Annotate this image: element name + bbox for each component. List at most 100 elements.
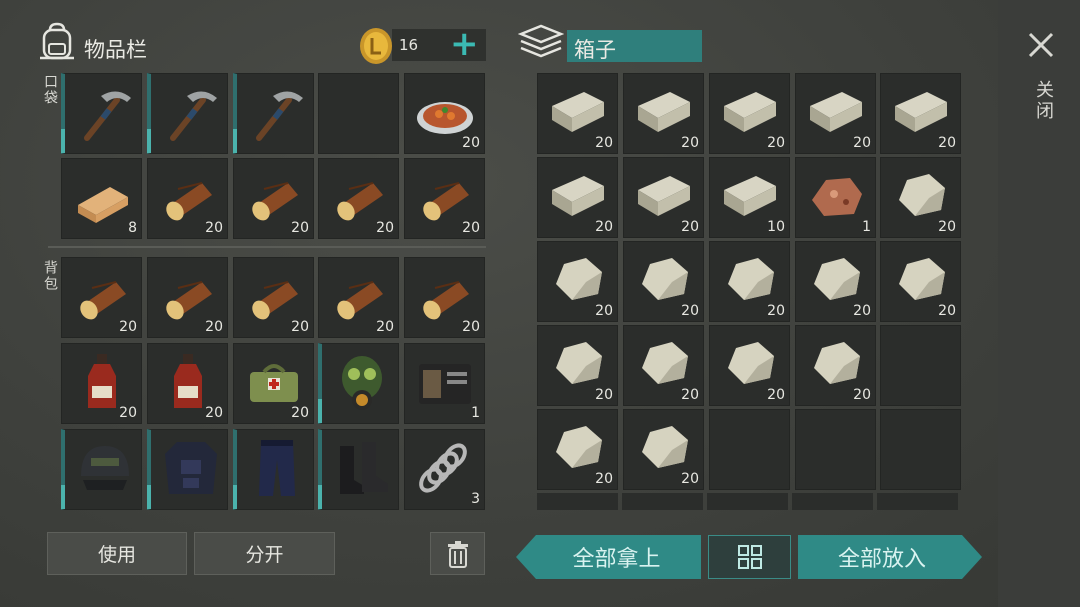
item-count: 20 (205, 220, 223, 236)
close-icon[interactable] (1027, 31, 1055, 59)
item-slot[interactable]: 20 (537, 409, 618, 490)
item-slot[interactable]: 20 (880, 73, 961, 154)
box-stack-icon (518, 24, 564, 58)
item-count: 20 (938, 135, 956, 151)
item-count: 3 (471, 491, 480, 507)
durability-bar (147, 485, 151, 509)
item-slot[interactable]: 20 (880, 157, 961, 238)
durability-bar (147, 129, 151, 153)
empty-slot[interactable] (318, 73, 399, 154)
item-slot[interactable]: 20 (233, 257, 314, 338)
item-count: 8 (128, 220, 137, 236)
item-slot[interactable]: 20 (623, 409, 704, 490)
item-count: 20 (205, 319, 223, 335)
item-slot[interactable]: 20 (318, 158, 399, 239)
item-count: 20 (462, 319, 480, 335)
item-slot[interactable]: 20 (233, 343, 314, 424)
item-count: 20 (595, 135, 613, 151)
close-label[interactable]: 关闭 (1030, 80, 1056, 122)
durability-bar (318, 399, 322, 423)
empty-slot[interactable] (795, 409, 876, 490)
item-slot[interactable]: 20 (318, 257, 399, 338)
item-slot[interactable] (233, 429, 314, 510)
item-slot[interactable]: 20 (623, 325, 704, 406)
item-slot[interactable]: 20 (537, 241, 618, 322)
item-slot[interactable]: 20 (537, 325, 618, 406)
item-count: 20 (291, 220, 309, 236)
item-count: 20 (938, 219, 956, 235)
use-button[interactable]: 使用 (47, 532, 187, 575)
item-count: 20 (291, 405, 309, 421)
take-all-label: 全部拿上 (572, 547, 661, 572)
item-slot[interactable]: 10 (709, 157, 790, 238)
item-slot[interactable] (233, 73, 314, 154)
item-slot[interactable]: 20 (795, 73, 876, 154)
split-button[interactable]: 分开 (194, 532, 335, 575)
item-slot[interactable] (318, 429, 399, 510)
item-slot[interactable]: 20 (61, 343, 142, 424)
durability-bar (61, 485, 65, 509)
item-count: 20 (205, 405, 223, 421)
item-slot[interactable]: 20 (537, 157, 618, 238)
item-slot[interactable]: 20 (623, 157, 704, 238)
take-all-button[interactable]: 全部拿上 (516, 535, 701, 579)
item-count: 20 (462, 135, 480, 151)
item-slot[interactable]: 20 (537, 73, 618, 154)
put-all-label: 全部放入 (837, 547, 926, 572)
item-count: 20 (595, 471, 613, 487)
sort-grid-button[interactable] (708, 535, 791, 579)
item-count: 20 (681, 219, 699, 235)
item-slot[interactable]: 20 (233, 158, 314, 239)
item-count: 20 (595, 387, 613, 403)
item-slot[interactable]: 1 (404, 343, 485, 424)
item-slot[interactable] (147, 429, 228, 510)
empty-slot[interactable] (880, 409, 961, 490)
put-all-button[interactable]: 全部放入 (798, 535, 982, 579)
item-slot[interactable]: 20 (709, 325, 790, 406)
backpack-icon (40, 22, 74, 60)
box-title: 箱子 (574, 38, 616, 62)
item-slot[interactable] (147, 73, 228, 154)
durability-bar (233, 485, 237, 509)
item-slot[interactable]: 3 (404, 429, 485, 510)
item-slot[interactable]: 20 (709, 241, 790, 322)
item-count: 10 (767, 219, 785, 235)
item-slot[interactable]: 20 (404, 158, 485, 239)
item-count: 20 (595, 219, 613, 235)
item-slot[interactable]: 20 (709, 73, 790, 154)
item-count: 20 (595, 303, 613, 319)
item-count: 20 (119, 319, 137, 335)
trash-button[interactable] (430, 532, 485, 575)
item-count: 20 (376, 220, 394, 236)
item-slot[interactable] (61, 429, 142, 510)
item-count: 20 (853, 135, 871, 151)
item-slot[interactable]: 20 (623, 241, 704, 322)
item-slot[interactable]: 20 (795, 325, 876, 406)
item-slot[interactable]: 1 (795, 157, 876, 238)
item-slot[interactable]: 20 (404, 73, 485, 154)
item-slot[interactable]: 20 (795, 241, 876, 322)
item-count: 20 (681, 135, 699, 151)
item-count: 20 (767, 387, 785, 403)
item-count: 20 (767, 303, 785, 319)
item-count: 20 (853, 303, 871, 319)
item-slot[interactable] (318, 343, 399, 424)
item-slot[interactable]: 20 (880, 241, 961, 322)
item-count: 20 (119, 405, 137, 421)
item-slot[interactable]: 20 (147, 343, 228, 424)
item-count: 20 (681, 303, 699, 319)
empty-slot[interactable] (709, 409, 790, 490)
durability-bar (233, 129, 237, 153)
item-slot[interactable]: 20 (147, 158, 228, 239)
empty-slot[interactable] (880, 325, 961, 406)
item-count: 1 (862, 219, 871, 235)
item-slot[interactable]: 20 (404, 257, 485, 338)
item-slot[interactable]: 8 (61, 158, 142, 239)
item-slot[interactable]: 20 (61, 257, 142, 338)
durability-bar (61, 129, 65, 153)
item-slot[interactable]: 20 (623, 73, 704, 154)
item-slot[interactable] (61, 73, 142, 154)
add-coins-button[interactable]: + (450, 24, 479, 64)
item-slot[interactable]: 20 (147, 257, 228, 338)
item-count: 20 (376, 319, 394, 335)
